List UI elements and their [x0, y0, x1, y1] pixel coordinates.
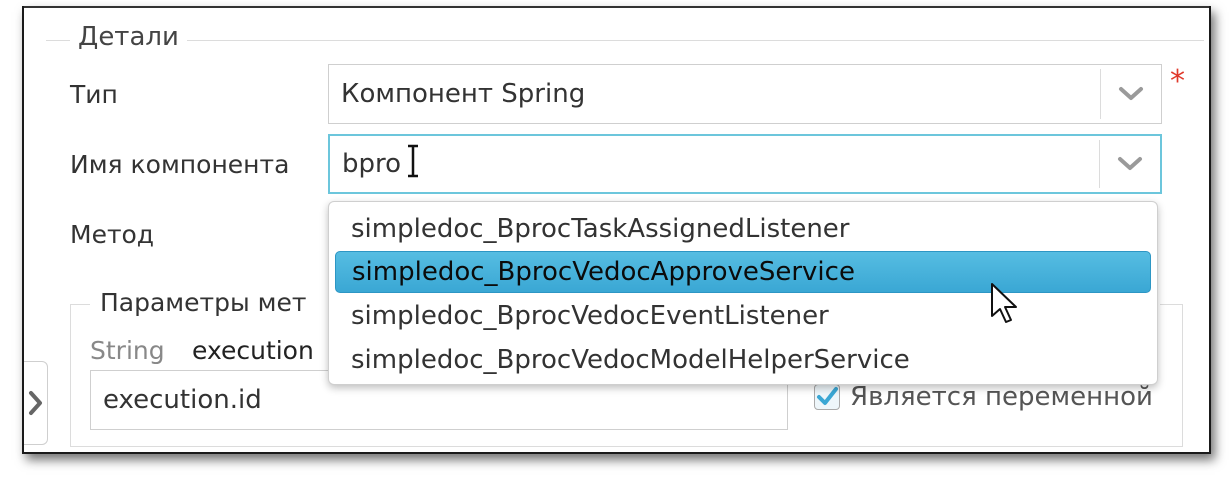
- chevron-down-icon: [1119, 87, 1143, 100]
- method-label: Метод: [70, 220, 155, 249]
- component-name-label: Имя компонента: [70, 150, 290, 179]
- type-dropdown-button[interactable]: [1101, 65, 1161, 123]
- chevron-right-icon: [28, 391, 42, 415]
- required-marker: *: [1170, 64, 1185, 99]
- arrow-pointer-icon: [991, 283, 1017, 323]
- ibeam-cursor-icon: [408, 144, 418, 178]
- fieldset-border: [184, 40, 1204, 41]
- params-fieldset-border: [70, 304, 90, 305]
- component-dropdown-button[interactable]: [1100, 136, 1160, 192]
- details-panel: Детали Тип Компонент Spring * Имя компон…: [22, 6, 1211, 454]
- top-border: [24, 6, 1209, 8]
- is-variable-label: Является переменной: [850, 382, 1153, 412]
- suggestion-item[interactable]: simpledoc_BprocTaskAssignedListener: [335, 209, 1151, 249]
- params-legend: Параметры мет: [92, 288, 315, 317]
- params-fieldset-border: [70, 446, 1183, 447]
- side-panel-toggle[interactable]: [24, 361, 48, 445]
- checkmark-icon: [817, 387, 838, 405]
- type-select[interactable]: Компонент Spring: [328, 64, 1162, 124]
- details-legend: Детали: [70, 22, 187, 52]
- param-value-text: execution.id: [103, 385, 262, 415]
- params-fieldset-border: [1182, 304, 1183, 446]
- suggestion-item-selected[interactable]: simpledoc_BprocVedocApproveService: [335, 251, 1151, 293]
- param-name: execution: [192, 336, 314, 365]
- type-select-value: Компонент Spring: [341, 79, 586, 109]
- is-variable-checkbox[interactable]: [814, 384, 840, 410]
- component-name-input[interactable]: bpro: [328, 134, 1162, 194]
- param-type: String: [90, 336, 165, 365]
- suggestion-item[interactable]: simpledoc_BprocVedocModelHelperService: [335, 340, 1151, 380]
- type-label: Тип: [70, 80, 118, 109]
- chevron-down-icon: [1118, 157, 1142, 170]
- component-suggestions-dropdown: simpledoc_BprocTaskAssignedListener simp…: [328, 201, 1158, 385]
- params-fieldset-border: [1160, 304, 1182, 305]
- suggestion-item[interactable]: simpledoc_BprocVedocEventListener: [335, 296, 1151, 336]
- component-name-value: bpro: [342, 149, 402, 179]
- params-fieldset-border: [70, 304, 71, 446]
